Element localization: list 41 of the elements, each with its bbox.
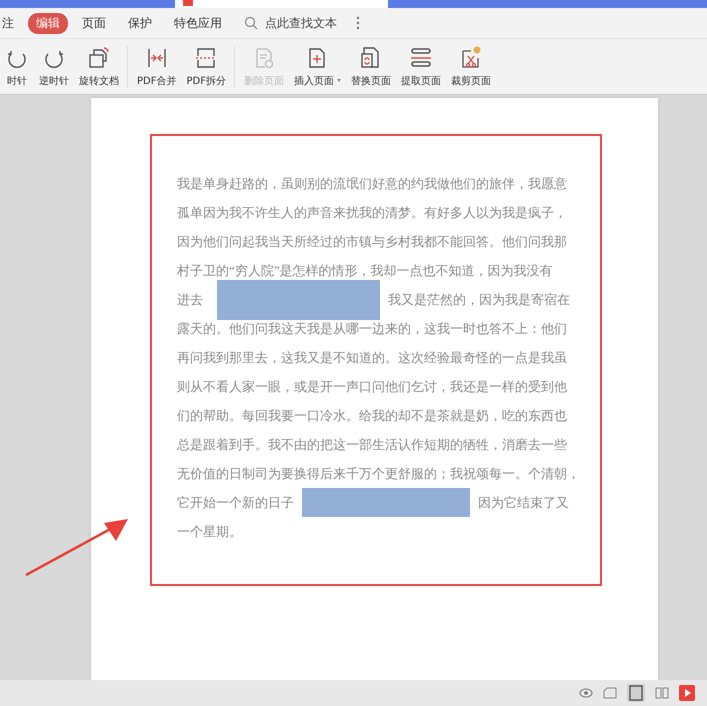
toolbar-button[interactable]: PDF拆分 (181, 46, 235, 88)
toolbar-button[interactable]: 时针 (0, 46, 34, 88)
document-tab[interactable] (175, 0, 388, 8)
paragraph-line: 进去 (177, 291, 203, 309)
eye-icon[interactable] (579, 688, 593, 698)
menu-tab[interactable]: 编辑 (28, 12, 68, 34)
two-page-icon[interactable] (655, 687, 669, 699)
more-icon[interactable] (356, 16, 360, 30)
menu-tab[interactable]: 注 (0, 12, 22, 34)
paragraph-line: 我又是茫然的，因为我是寄宿在 (388, 291, 570, 309)
paragraph-line: 总是跟着到手。我不由的把这一部生活认作短期的牺牲，消磨去一些 (177, 436, 568, 454)
paragraph-line: 因为他们问起我当天所经过的市镇与乡村我都不能回答。他们问我那 (177, 233, 568, 251)
toolbar-button[interactable]: 提取页面 (396, 46, 446, 88)
toolbar-button[interactable]: 逆时针 (34, 46, 74, 88)
extract-page-icon (408, 46, 433, 70)
toolbar-button[interactable]: 裁剪页面 (446, 46, 496, 88)
search-field[interactable]: 点此查找文本 (263, 15, 351, 31)
paragraph-line: 则从不看人家一眼，或是开一声口问他们乞讨，我还是一样的受到他 (177, 378, 568, 396)
toolbar-button[interactable]: 插入页面 (288, 46, 346, 88)
toolbar-button[interactable]: 替换页面 (346, 46, 396, 88)
paragraph-line: 孤单因为我不许生人的声音来扰我的清梦。有好多人以为我是疯子， (177, 204, 568, 222)
menu-tab[interactable]: 页面 (74, 12, 114, 34)
search-icon (244, 16, 258, 30)
play-icon[interactable] (679, 685, 695, 701)
paragraph-line: 们的帮助。每回我要一口冷水。给我的却不是茶就是奶，吃的东西也 (177, 407, 568, 425)
paragraph-line: 因为它结束了又 (478, 494, 569, 512)
paragraph-line: 露天的。他们问我这天我是从哪一边来的，这我一时也答不上：他们 (177, 320, 568, 338)
paragraph-line: 再问我到那里去，这我又是不知道的。这次经验最奇怪的一点是我虽 (177, 349, 568, 367)
paragraph-line: 无价值的日制司为要换得后来千万个更舒服的；我祝颂每一。个清朝， (177, 465, 581, 483)
paragraph-line: 我是单身赶路的，虽则别的流氓们好意的约我做他们的旅伴，我愿意 (177, 175, 568, 193)
single-page-icon[interactable] (627, 684, 645, 702)
page-view-icon[interactable] (603, 687, 617, 699)
paragraph-line: 它开始一个新的日子 (177, 494, 294, 512)
menu-tab[interactable]: 特色应用 (166, 12, 230, 34)
caret-icon (336, 79, 341, 82)
toolbar-button[interactable]: 旋转文档 (74, 46, 128, 88)
menu-tab[interactable]: 保护 (120, 12, 160, 34)
toolbar-button[interactable]: PDF合并 (132, 46, 182, 88)
rotate-document-icon (87, 46, 111, 70)
paragraph-line: 一个星期。 (177, 523, 243, 541)
paragraph-line: 村子卫的“穷人院”是怎样的情形，我却一点也不知道，因为我没有 (177, 262, 554, 280)
